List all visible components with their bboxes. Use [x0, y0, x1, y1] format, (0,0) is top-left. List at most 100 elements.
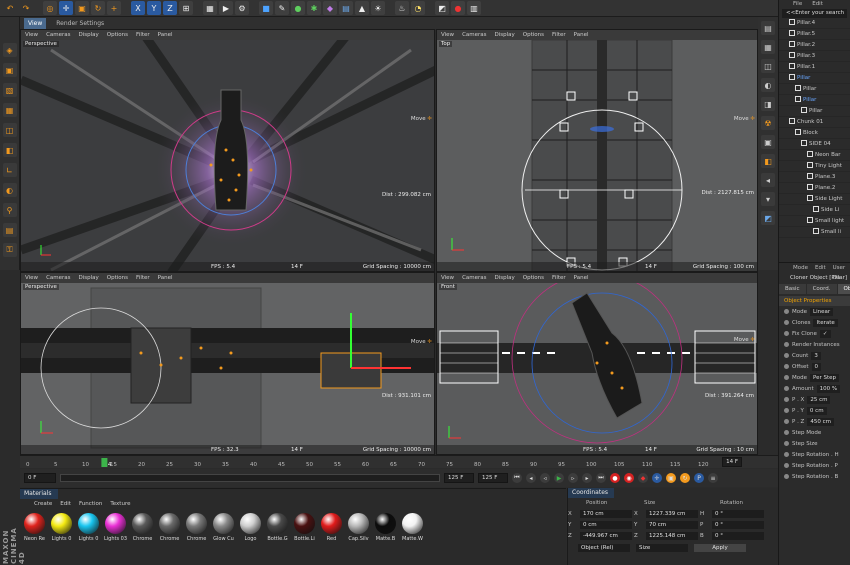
menu-edit[interactable]: Edit — [60, 499, 71, 509]
material-swatch[interactable]: Logo — [239, 513, 262, 542]
animate-dot-icon[interactable] — [784, 474, 789, 479]
layout-icon[interactable]: ▥ — [467, 1, 481, 15]
redo-icon[interactable]: ↷ — [19, 1, 33, 15]
size-field[interactable]: 1227.339 cm — [646, 510, 698, 518]
keyframe-icon[interactable]: ◆ — [638, 473, 648, 483]
animate-dot-icon[interactable] — [784, 397, 789, 402]
object-tree-item[interactable]: Plane.3 — [779, 172, 850, 183]
tab-view[interactable]: View — [24, 17, 47, 29]
menu-options[interactable]: Options — [523, 30, 544, 40]
arrow-icon[interactable]: ◂ — [761, 173, 775, 187]
object-tree-item[interactable]: Pillar.5 — [779, 29, 850, 40]
object-tree-item[interactable]: Pillar — [779, 73, 850, 84]
position-field[interactable]: 170 cm — [580, 510, 632, 518]
animate-dot-icon[interactable] — [784, 342, 789, 347]
menu-view[interactable]: View — [441, 30, 454, 40]
object-tree-item[interactable]: Tiny Light — [779, 161, 850, 172]
animate-dot-icon[interactable] — [784, 320, 789, 325]
menu-edit[interactable]: Edit — [812, 0, 823, 9]
object-search-input[interactable]: <<Enter your search — [782, 9, 847, 18]
go-start-icon[interactable]: ⏮ — [512, 473, 522, 483]
attribute-value[interactable]: 450 cm — [807, 417, 834, 426]
animate-dot-icon[interactable] — [784, 408, 789, 413]
rotate-icon[interactable]: ↻ — [91, 1, 105, 15]
size-mode-select[interactable]: Size — [636, 544, 688, 552]
menu-options[interactable]: Options — [107, 273, 128, 283]
animate-dot-icon[interactable] — [784, 309, 789, 314]
menu-display[interactable]: Display — [79, 273, 99, 283]
menu-display[interactable]: Display — [495, 273, 515, 283]
animate-dot-icon[interactable] — [784, 441, 789, 446]
object-tree-item[interactable]: Pillar.4 — [779, 18, 850, 29]
move-key-icon[interactable]: ✛ — [652, 473, 662, 483]
playhead[interactable] — [101, 458, 108, 467]
prev-frame-icon[interactable]: ◃ — [540, 473, 550, 483]
play-icon[interactable]: ▶ — [554, 473, 564, 483]
subdivision-icon[interactable]: ● — [291, 1, 305, 15]
animate-dot-icon[interactable] — [784, 364, 789, 369]
rotation-field[interactable]: 0 ° — [712, 532, 764, 540]
material-swatch[interactable]: Lights 0 — [50, 513, 73, 542]
menu-panel[interactable]: Panel — [158, 273, 173, 283]
timeline-ruler[interactable]: 0 5 10 14 15 20 25 30 35 40 45 50 55 60 65 70 75 80 85 90 95… — [20, 455, 778, 468]
material-icon[interactable]: ● — [451, 1, 465, 15]
animate-dot-icon[interactable] — [784, 331, 789, 336]
materials-header[interactable]: Materials — [20, 489, 58, 499]
material-swatch[interactable]: Chrome — [131, 513, 154, 542]
scale-icon[interactable]: ▣ — [75, 1, 89, 15]
bulb-icon[interactable]: ◔ — [411, 1, 425, 15]
start-frame-field[interactable]: 0 F — [24, 473, 56, 483]
menu-create[interactable]: Create — [34, 499, 52, 509]
model-mode-icon[interactable]: ▣ — [2, 63, 17, 77]
viewport-perspective-bottom[interactable]: View Cameras Display Options Filter Pane… — [20, 272, 435, 455]
object-tree-item[interactable]: Pillar — [779, 95, 850, 106]
menu-display[interactable]: Display — [495, 30, 515, 40]
animate-dot-icon[interactable] — [784, 386, 789, 391]
cube-icon[interactable]: ■ — [259, 1, 273, 15]
object-tree-item[interactable]: Plane.2 — [779, 183, 850, 194]
timeline-menu-icon[interactable]: ≡ — [708, 473, 718, 483]
attribute-value[interactable]: ✓ — [819, 329, 831, 338]
material-swatch[interactable]: Bottle.Li — [293, 513, 316, 542]
viewport-front[interactable]: View Cameras Display Options Filter Pane… — [436, 272, 758, 455]
viewport-perspective-top[interactable]: View Cameras Display Options Filter Pane… — [20, 29, 435, 272]
menu-panel[interactable]: Panel — [158, 30, 173, 40]
current-frame-field[interactable]: 14 F — [722, 457, 742, 467]
tab-basic[interactable]: Basic — [779, 284, 806, 294]
material-swatch[interactable]: Matte.B — [374, 513, 397, 542]
menu-filter[interactable]: Filter — [552, 273, 566, 283]
record-icon[interactable]: ● — [610, 473, 620, 483]
material-swatch[interactable]: Red — [320, 513, 343, 542]
menu-user-data[interactable]: User Da — [833, 263, 850, 281]
object-tree-item[interactable]: Small li — [779, 227, 850, 238]
material-swatch[interactable]: Neon Re — [23, 513, 46, 542]
menu-panel[interactable]: Panel — [574, 273, 589, 283]
layout-icon[interactable]: ◩ — [761, 211, 775, 225]
y-axis-button[interactable]: Y — [147, 1, 161, 15]
menu-function[interactable]: Function — [79, 499, 102, 509]
move-icon[interactable]: ✛ — [59, 1, 73, 15]
apply-button[interactable]: Apply — [694, 544, 746, 552]
tag-icon[interactable]: ◨ — [761, 97, 775, 111]
animate-dot-icon[interactable] — [784, 419, 789, 424]
tweak-icon[interactable]: ◐ — [2, 183, 17, 197]
menu-file[interactable]: File — [793, 0, 802, 9]
material-swatch[interactable]: Glow Cu — [212, 513, 235, 542]
menu-cameras[interactable]: Cameras — [46, 30, 70, 40]
menu-edit[interactable]: Edit — [815, 263, 826, 273]
camera-icon[interactable]: ▲ — [355, 1, 369, 15]
material-swatch[interactable]: Bottle.G — [266, 513, 289, 542]
menu-texture[interactable]: Texture — [110, 499, 130, 509]
object-icon[interactable]: ◫ — [761, 59, 775, 73]
object-tree-item[interactable]: Side Li — [779, 205, 850, 216]
undo-icon[interactable]: ↶ — [3, 1, 17, 15]
scene-icon[interactable]: ◩ — [435, 1, 449, 15]
object-tree-item[interactable]: Pillar.1 — [779, 62, 850, 73]
animate-dot-icon[interactable] — [784, 430, 789, 435]
attribute-value[interactable]: 100 % — [816, 384, 841, 393]
go-end-icon[interactable]: ⏭ — [596, 473, 606, 483]
range-slider[interactable] — [60, 474, 440, 482]
attribute-value[interactable]: Linear — [810, 307, 834, 316]
scale-key-icon[interactable]: ▣ — [666, 473, 676, 483]
deformer-icon[interactable]: ◆ — [323, 1, 337, 15]
